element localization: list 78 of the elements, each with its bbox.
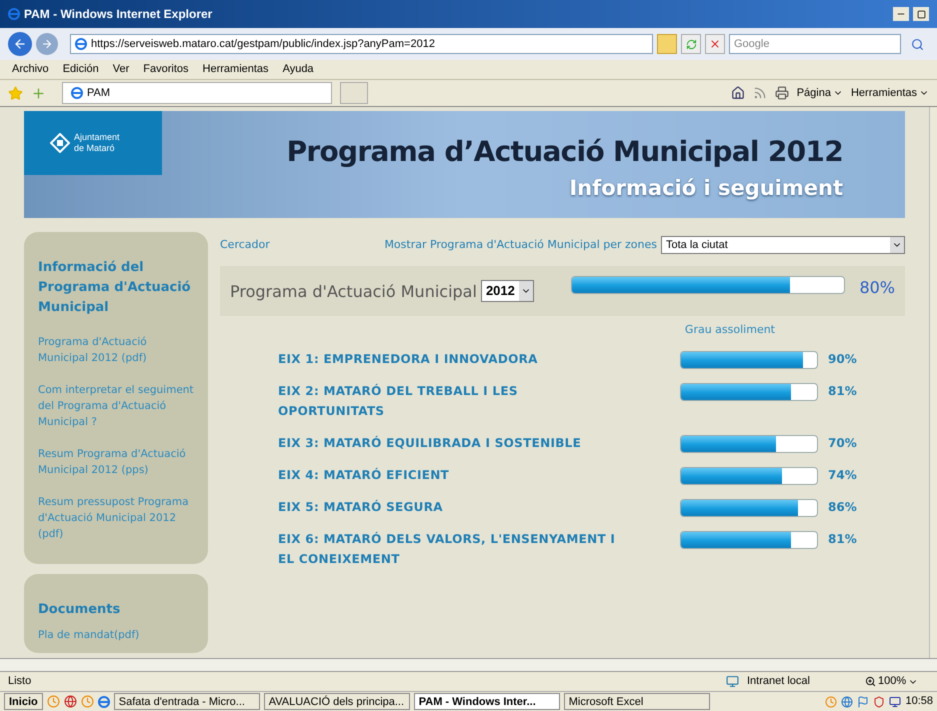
percent-text: 81% [828, 382, 857, 400]
year-dropdown[interactable]: 2012 [480, 280, 534, 302]
percent-text: 80% [859, 277, 895, 299]
command-button[interactable]: Herramientas [850, 84, 929, 102]
percent-text: 81% [828, 530, 857, 548]
logo-text: Ajuntament [74, 132, 120, 143]
globe-icon [64, 695, 77, 708]
percent-text: 90% [828, 350, 857, 368]
taskbar-button[interactable]: AVALUACIÓ dels principa... [264, 693, 410, 710]
globe-icon [71, 87, 83, 99]
crest-icon [50, 133, 70, 153]
feed-icon [752, 86, 767, 100]
command-button[interactable]: Página [796, 84, 843, 102]
star-icon [8, 86, 23, 100]
browser-tab[interactable]: PAM [62, 82, 332, 104]
percent-text: 74% [828, 466, 857, 484]
start-button[interactable]: Inicio [4, 693, 43, 710]
zoom-icon [865, 676, 876, 687]
globe-icon [841, 696, 854, 708]
url-text: https://serveisweb.mataro.cat/gestpam/public/index.jsp?anyPam=2012 [91, 36, 435, 52]
taskbar-button[interactable]: Safata d'entrada - Micro... [114, 693, 260, 710]
globe-icon [98, 696, 110, 708]
menu-item[interactable]: Archivo [12, 61, 49, 78]
menu-item[interactable]: Edición [62, 61, 99, 78]
zones-dropdown[interactable]: Tota la ciutat [661, 236, 905, 254]
horizontal-scrollbar[interactable] [0, 658, 937, 672]
stop-button[interactable] [705, 34, 725, 54]
address-field[interactable]: https://serveisweb.mataro.cat/gestpam/public/index.jsp?anyPam=2012 [70, 34, 653, 54]
summary-label: Programa d'Actuació Municipal [230, 281, 477, 303]
monitor-icon [889, 696, 902, 708]
refresh-button[interactable] [681, 34, 701, 54]
sidebar-heading: Documents [38, 601, 122, 619]
window-title: PAM - Windows Internet Explorer [24, 6, 212, 23]
flag-icon [857, 696, 870, 708]
close-icon [709, 38, 721, 50]
maximize-button[interactable] [913, 7, 929, 21]
minimize-button[interactable] [893, 7, 909, 21]
taskbar-button[interactable]: Microsoft Excel [564, 693, 710, 710]
plus-icon [31, 86, 46, 100]
clock-icon [80, 695, 94, 708]
dropdown-value: Tota la ciutat [666, 238, 728, 253]
arrow-right-icon [41, 38, 53, 50]
dropdown-value: 2012 [486, 282, 515, 300]
clock-icon [46, 695, 60, 708]
status-text: Listo [8, 674, 32, 690]
back-button[interactable] [8, 32, 32, 56]
taskbar-button[interactable]: PAM - Windows Inter... [414, 693, 560, 710]
search-field[interactable]: Google [729, 34, 901, 54]
shield-icon [873, 696, 886, 708]
globe-icon [75, 38, 87, 50]
clock: 10:58 [905, 694, 933, 710]
network-icon [726, 675, 739, 688]
banner-subtitle: Informació i seguiment [569, 175, 843, 202]
menu-item[interactable]: Favoritos [143, 61, 189, 78]
search-icon [910, 38, 924, 50]
refresh-icon [686, 38, 696, 50]
caret-icon [518, 281, 533, 301]
banner-title: Programa d’Actuació Municipal 2012 [286, 134, 843, 170]
menu-item[interactable]: Herramientas [202, 61, 269, 78]
home-icon [730, 86, 745, 100]
column-heading: Grau assoliment [684, 322, 775, 338]
percent-text: 70% [828, 434, 857, 452]
zones-label: Mostrar Programa d'Actuació Municipal per zones [384, 236, 657, 253]
sidebar-heading: Informació del Programa d'Actuació Municipal [38, 259, 192, 317]
menu-item[interactable]: Ayuda [282, 61, 314, 78]
menu-item[interactable]: Ver [112, 61, 130, 78]
zone-text: Intranet local [747, 674, 811, 690]
tab-label: PAM [87, 86, 110, 101]
clock-icon [825, 696, 838, 708]
globe-icon [8, 8, 20, 20]
maximize-icon [916, 10, 926, 18]
print-icon [774, 86, 789, 100]
zoom-button[interactable]: 100% [865, 673, 929, 690]
percent-text: 86% [828, 498, 857, 516]
logo-text: de Mataró [74, 143, 116, 154]
vertical-scrollbar[interactable] [929, 107, 937, 658]
caret-icon [890, 237, 904, 253]
forward-button[interactable] [36, 33, 58, 55]
